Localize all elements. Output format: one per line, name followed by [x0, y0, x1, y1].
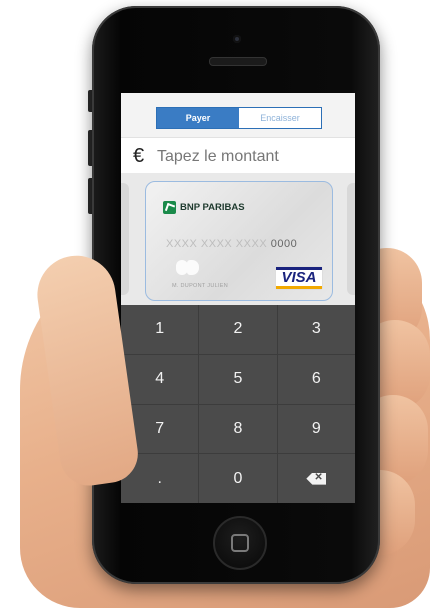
- visa-logo-icon: VISA: [276, 267, 322, 289]
- key-2[interactable]: 2: [199, 305, 277, 354]
- phone-screen: Payer Encaisser € Tapez le montant BNP P…: [121, 93, 355, 503]
- payment-card[interactable]: BNP PARIBAS XXXX XXXX XXXX 0000 M. DUPON…: [145, 181, 333, 301]
- numeric-keypad: 1 2 3 4 5 6 7 8 9 . 0: [121, 305, 355, 503]
- key-4[interactable]: 4: [121, 354, 199, 404]
- pay-mode-segmented-control: Payer Encaisser: [156, 107, 322, 129]
- tab-encaisser[interactable]: Encaisser: [239, 108, 321, 128]
- cb-logo-icon: [176, 260, 200, 275]
- earpiece-speaker: [209, 57, 267, 66]
- card-carousel[interactable]: BNP PARIBAS XXXX XXXX XXXX 0000 M. DUPON…: [121, 173, 355, 305]
- key-backspace[interactable]: [277, 454, 355, 503]
- previous-card-peek[interactable]: [121, 183, 129, 295]
- amount-input[interactable]: € Tapez le montant: [121, 137, 355, 175]
- card-holder-name: M. DUPONT JULIEN: [172, 283, 229, 289]
- card-number: XXXX XXXX XXXX 0000: [166, 238, 297, 250]
- backspace-icon: [306, 472, 327, 485]
- bnp-paribas-logo-icon: [163, 201, 176, 214]
- key-6[interactable]: 6: [277, 354, 355, 404]
- home-button[interactable]: [213, 516, 267, 570]
- card-number-last4: 0000: [270, 238, 298, 250]
- home-square-icon: [231, 534, 249, 552]
- next-card-peek[interactable]: [347, 183, 355, 295]
- key-1[interactable]: 1: [121, 305, 199, 354]
- key-0[interactable]: 0: [199, 454, 277, 503]
- bank-name: BNP PARIBAS: [180, 202, 245, 213]
- amount-placeholder: Tapez le montant: [157, 148, 279, 165]
- key-5[interactable]: 5: [199, 354, 277, 404]
- key-8[interactable]: 8: [199, 404, 277, 454]
- front-camera: [233, 35, 241, 43]
- euro-icon: €: [133, 145, 145, 167]
- key-3[interactable]: 3: [277, 305, 355, 354]
- card-number-masked: XXXX XXXX XXXX: [166, 238, 268, 250]
- key-9[interactable]: 9: [277, 404, 355, 454]
- tab-payer[interactable]: Payer: [157, 108, 239, 128]
